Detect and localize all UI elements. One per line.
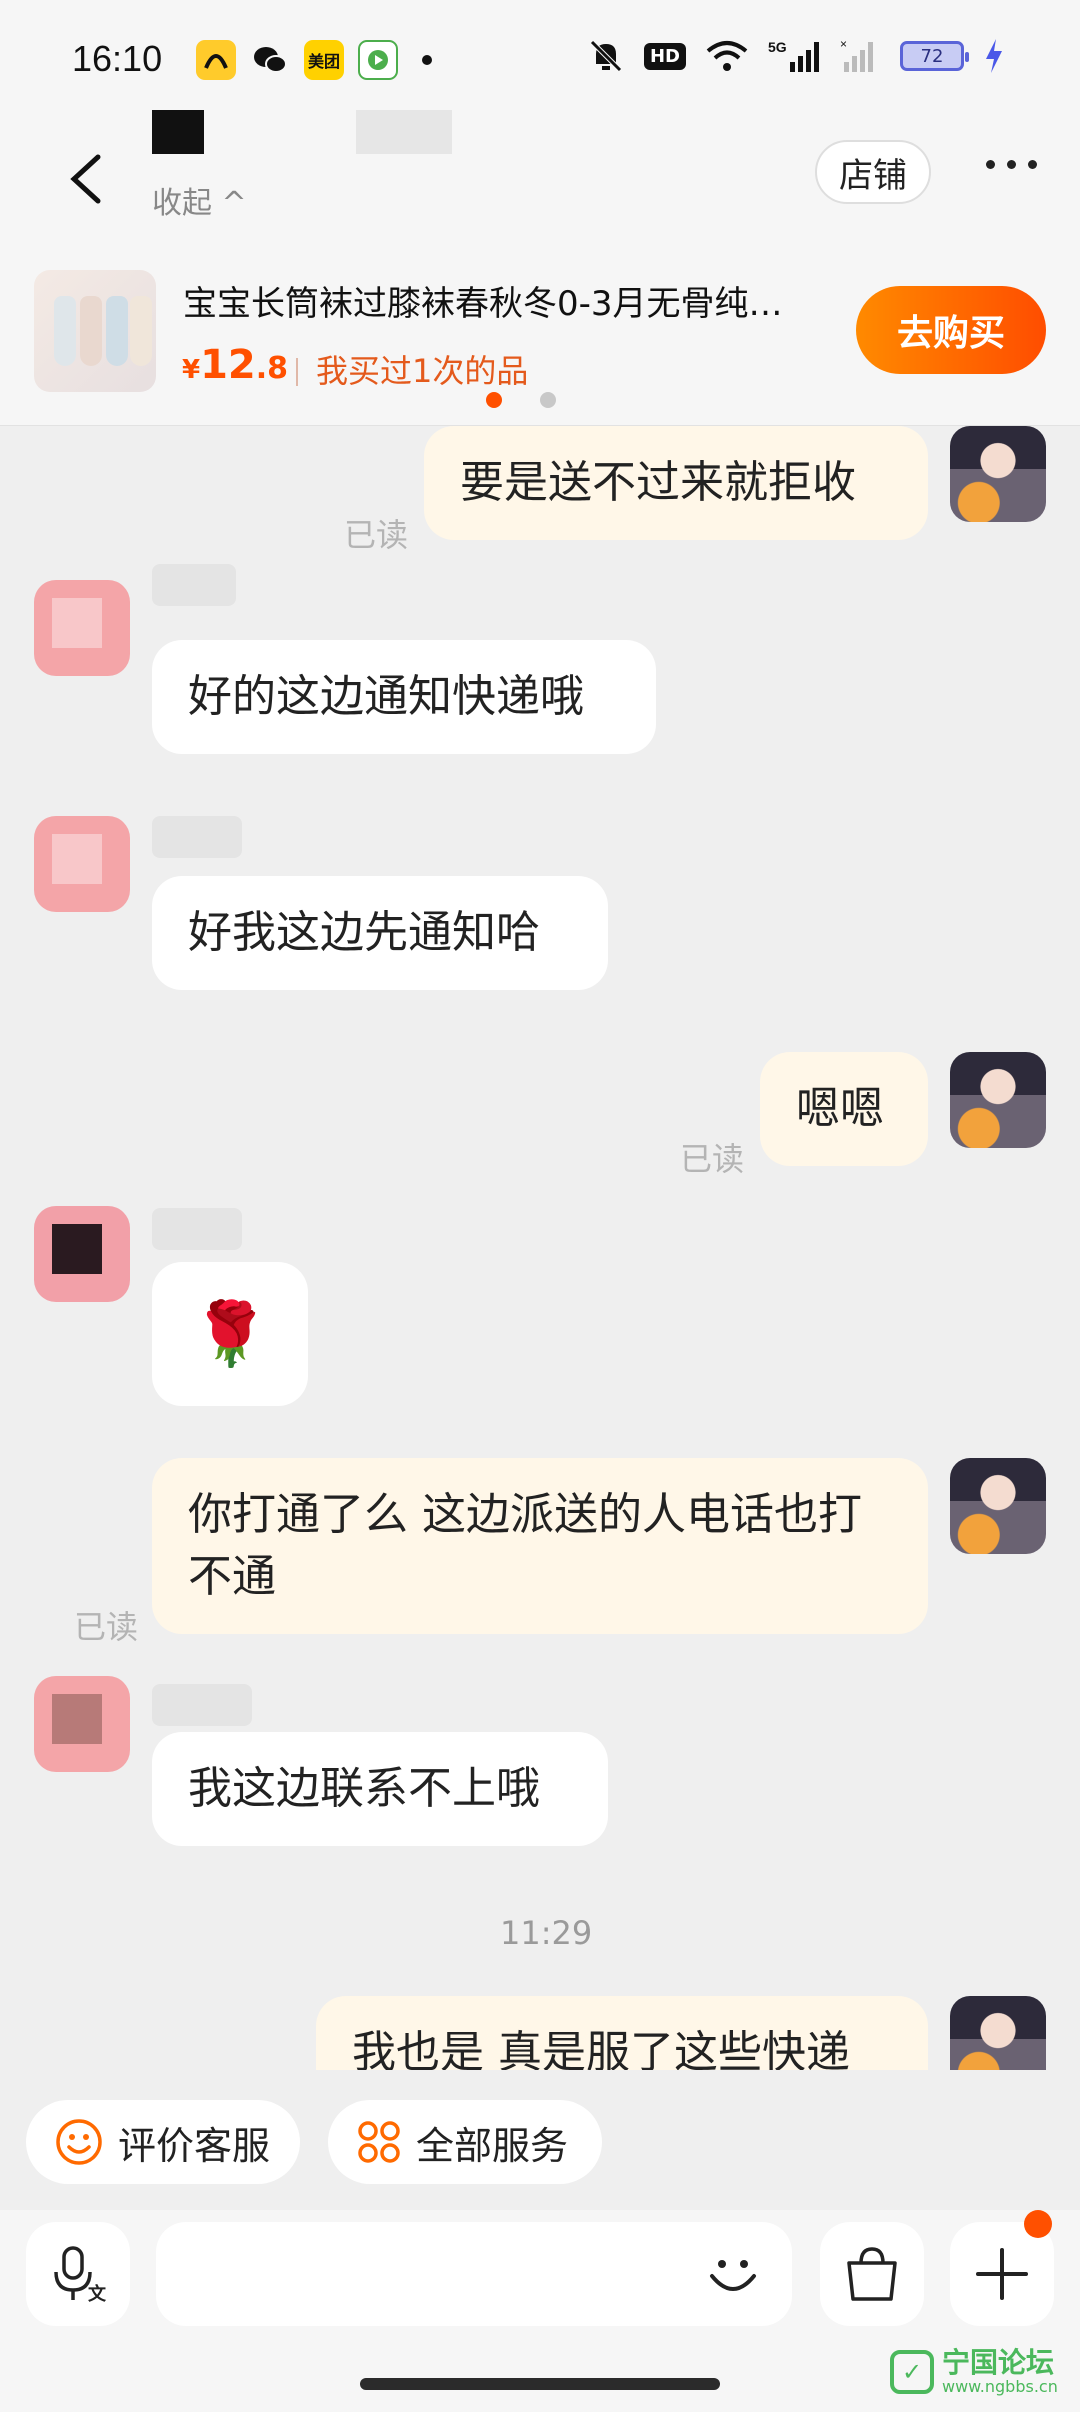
message-bubble-outgoing[interactable]: 我也是 真是服了这些快递	[316, 1996, 928, 2070]
price-decimal: .8	[255, 351, 289, 386]
message-bubble-emoji[interactable]: 🌹	[152, 1262, 308, 1406]
notification-badge	[1024, 2210, 1052, 2238]
video-app-icon	[358, 40, 398, 80]
rate-service-button[interactable]: 评价客服	[26, 2100, 300, 2184]
sock-image	[106, 296, 128, 366]
shop-avatar[interactable]	[34, 580, 130, 676]
product-title[interactable]: 宝宝长筒袜过膝袜春秋冬0-3月无骨纯…	[183, 276, 823, 325]
product-pager	[486, 392, 556, 408]
emoji-button[interactable]	[700, 2240, 766, 2306]
user-avatar[interactable]	[950, 426, 1046, 522]
plus-icon	[976, 2248, 1028, 2300]
message-text-input[interactable]	[156, 2222, 792, 2326]
message-bubble-incoming[interactable]: 好我这边先通知哈	[152, 876, 608, 990]
time-divider: 11:29	[500, 1914, 593, 1952]
shop-avatar[interactable]	[34, 1676, 130, 1772]
sock-image	[130, 296, 152, 366]
site-watermark: ✓ 宁国论坛 www.ngbbs.cn	[890, 2348, 1058, 2396]
shop-button[interactable]: 店铺	[815, 140, 931, 204]
more-options-button[interactable]	[986, 160, 1037, 169]
message-bubble-outgoing[interactable]: 要是送不过来就拒收	[424, 426, 928, 540]
read-receipt: 已读	[74, 1608, 139, 1646]
sender-name-redacted	[152, 1684, 252, 1726]
message-bubble-outgoing[interactable]: 嗯嗯	[760, 1052, 928, 1166]
product-price: ¥12.8	[182, 342, 288, 388]
read-receipt: 已读	[344, 516, 409, 554]
svg-text:×: ×	[840, 38, 847, 51]
sender-name-redacted	[152, 1208, 242, 1250]
sock-image	[80, 296, 102, 366]
meituan-label: 美团	[307, 52, 340, 71]
price-integer: 12	[200, 342, 256, 388]
status-app-icons: 美团	[196, 40, 432, 80]
chat-message-list[interactable]: 要是送不过来就拒收 已读 好的这边通知快递哦 好我这边先通知哈 嗯嗯 已读 🌹 …	[0, 426, 1080, 2070]
signal-5g-icon: 5G	[768, 39, 819, 72]
read-receipt: 已读	[680, 1140, 745, 1178]
smile-icon	[56, 2119, 102, 2165]
signal-weak-icon: ×	[840, 38, 873, 72]
hd-icon: HD	[643, 42, 686, 70]
wechat-icon	[250, 40, 290, 80]
mute-icon	[590, 40, 622, 72]
battery-icon: 72	[900, 41, 969, 71]
back-button[interactable]	[56, 144, 116, 214]
product-card[interactable]: 宝宝长筒袜过膝袜春秋冬0-3月无骨纯… ¥12.8 我买过1次的品 去购买	[0, 264, 1080, 426]
sock-image	[54, 296, 76, 366]
contact-name-redacted-2	[356, 110, 452, 154]
message-bubble-outgoing[interactable]: 你打通了么 这边派送的人电话也打不通	[152, 1458, 928, 1634]
user-avatar[interactable]	[950, 1458, 1046, 1554]
more-notifications-dot	[422, 55, 432, 65]
status-bar: 16:10 美团 HD 5G × 72	[0, 0, 1080, 124]
order-bag-button[interactable]	[820, 2222, 924, 2326]
svg-text:文: 文	[88, 2283, 106, 2304]
app-notification-icon	[196, 40, 236, 80]
status-indicators: HD 5G × 72	[588, 38, 1004, 74]
collapse-toggle[interactable]: 收起 ^	[152, 178, 247, 222]
message-bubble-incoming[interactable]: 好的这边通知快递哦	[152, 640, 656, 754]
shopping-bag-icon	[847, 2247, 897, 2301]
quick-action-bar: 评价客服 全部服务	[0, 2070, 1080, 2210]
divider	[296, 358, 298, 386]
message-bubble-incoming[interactable]: 我这边联系不上哦	[152, 1732, 608, 1846]
product-thumbnail[interactable]	[34, 270, 156, 392]
purchase-history-tag: 我买过1次的品	[316, 352, 529, 390]
all-services-button[interactable]: 全部服务	[328, 2100, 602, 2184]
wifi-icon	[706, 41, 748, 71]
buy-button[interactable]: 去购买	[856, 286, 1046, 374]
sender-name-redacted	[152, 816, 242, 858]
more-dot-icon	[986, 160, 995, 169]
svg-text:5G: 5G	[768, 39, 787, 55]
status-time: 16:10	[72, 38, 163, 79]
pager-dot-active	[486, 392, 502, 408]
user-avatar[interactable]	[950, 1996, 1046, 2070]
microphone-icon: 文	[54, 2246, 106, 2304]
more-dot-icon	[1007, 160, 1016, 169]
voice-input-button[interactable]: 文	[26, 2222, 130, 2326]
more-dot-icon	[1028, 160, 1037, 169]
sender-name-redacted	[152, 564, 236, 606]
watermark-logo-icon: ✓	[890, 2350, 934, 2394]
pager-dot	[540, 392, 556, 408]
back-arrow-icon	[70, 154, 101, 204]
shop-avatar[interactable]	[34, 1206, 130, 1302]
user-avatar[interactable]	[950, 1052, 1046, 1148]
home-indicator[interactable]	[360, 2378, 720, 2390]
services-grid-icon	[358, 2121, 400, 2163]
watermark-url: www.ngbbs.cn	[942, 2377, 1058, 2396]
battery-level: 72	[920, 45, 944, 67]
watermark-title: 宁国论坛	[942, 2346, 1055, 2379]
chat-header: 收起 ^ 店铺	[0, 110, 1080, 264]
meituan-icon: 美团	[304, 40, 344, 80]
emoji-face-icon	[710, 2260, 756, 2291]
price-currency: ¥	[182, 355, 201, 385]
shop-avatar[interactable]	[34, 816, 130, 912]
rate-service-label: 评价客服	[118, 2123, 271, 2168]
charging-icon	[986, 39, 1002, 73]
all-services-label: 全部服务	[416, 2123, 569, 2168]
contact-name-redacted	[152, 110, 204, 154]
